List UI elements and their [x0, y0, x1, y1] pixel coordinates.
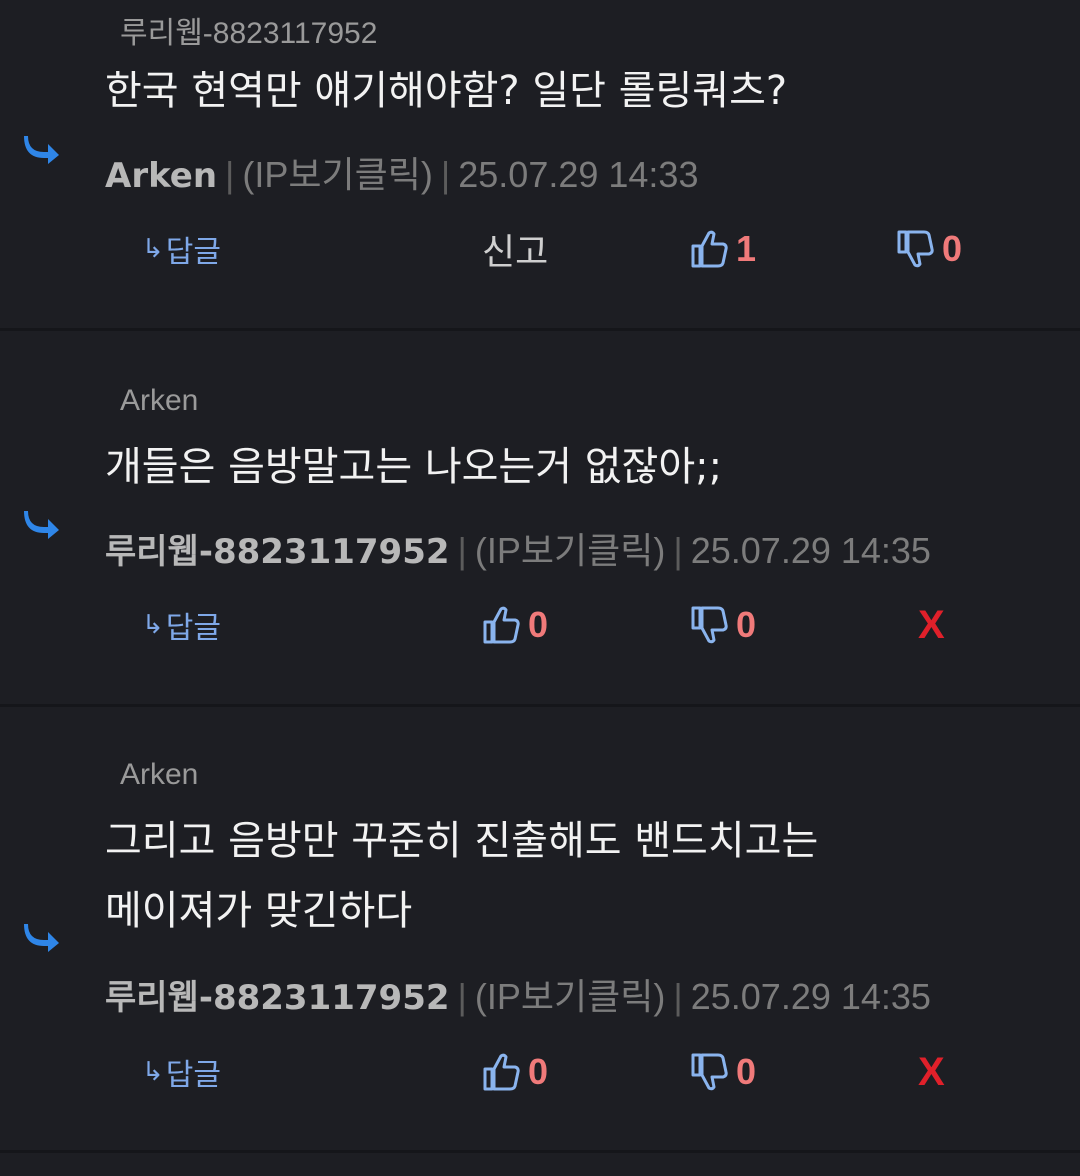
dislike-button[interactable]: 0: [896, 224, 962, 274]
comment-text: 개들은 음방말고는 나오는거 없잖아;;: [105, 432, 1035, 502]
thumbs-up-icon: [483, 1053, 520, 1091]
meta-separator: |: [225, 154, 235, 195]
comment-divider: [0, 704, 1080, 707]
comment-meta: Arken | (IP보기클릭) | 25.07.29 14:33: [105, 146, 698, 198]
ip-link[interactable]: (IP보기클릭): [475, 530, 665, 571]
comment-meta: 루리웹-8823117952 | (IP보기클릭) | 25.07.29 14:35: [105, 522, 931, 574]
meta-separator: |: [440, 154, 451, 195]
comment-text: 한국 현역만 얘기해야함? 일단 롤링쿼츠?: [105, 56, 1035, 126]
reply-to-user[interactable]: Arken: [120, 384, 198, 418]
like-count: 1: [736, 228, 757, 269]
delete-button[interactable]: X: [918, 600, 945, 650]
ip-link[interactable]: (IP보기클릭): [475, 976, 665, 1017]
dislike-count: 0: [736, 604, 757, 645]
reply-to-user[interactable]: Arken: [120, 758, 198, 792]
timestamp: 25.07.29 14:35: [690, 976, 931, 1017]
meta-separator: |: [673, 530, 683, 571]
reply-button[interactable]: ↳ 답글: [142, 224, 221, 274]
author-name[interactable]: Arken: [105, 156, 217, 196]
thumbs-up-icon: [691, 230, 728, 268]
comment-text-line: 개들은 음방말고는 나오는거 없잖아;;: [105, 444, 723, 490]
reply-button[interactable]: ↳ 답글: [142, 1047, 221, 1097]
reply-arrow-icon: [24, 511, 59, 539]
like-button[interactable]: 1: [690, 224, 756, 274]
like-count: 0: [528, 1051, 549, 1092]
comment-divider: [0, 328, 1080, 331]
reply-small-arrow-icon: ↳: [142, 1057, 164, 1087]
reply-button[interactable]: ↳ 답글: [142, 600, 221, 650]
dislike-button[interactable]: 0: [690, 600, 756, 650]
comment-text-line: 메이져가 맞긴하다: [105, 888, 413, 934]
report-button[interactable]: 신고: [482, 224, 548, 274]
meta-separator: |: [673, 976, 683, 1017]
ip-link[interactable]: (IP보기클릭): [242, 154, 432, 195]
meta-separator: |: [457, 530, 467, 571]
comment-text-line: 그리고 음방만 꾸준히 진출해도 밴드치고는: [105, 818, 819, 864]
dislike-count: 0: [736, 1051, 757, 1092]
dislike-count: 0: [942, 228, 963, 269]
thumbs-down-icon: [691, 1053, 728, 1091]
like-count: 0: [528, 604, 549, 645]
comment-text-line: 한국 현역만 얘기해야함? 일단 롤링쿼츠?: [105, 68, 788, 114]
comment-actions: ↳ 답글 0 0 X: [0, 1047, 1080, 1097]
thumbs-down-icon: [897, 230, 934, 268]
reply-small-arrow-icon: ↳: [142, 610, 164, 640]
comment-divider: [0, 1150, 1080, 1153]
timestamp: 25.07.29 14:35: [690, 530, 931, 571]
reply-arrow-icon: [24, 136, 59, 164]
like-button[interactable]: 0: [482, 1047, 548, 1097]
reply-arrow-icon: [24, 924, 59, 952]
reply-small-arrow-icon: ↳: [142, 234, 164, 264]
reply-to-user[interactable]: 루리웹-8823117952: [120, 8, 377, 52]
author-name[interactable]: 루리웹-8823117952: [105, 532, 450, 572]
dislike-button[interactable]: 0: [690, 1047, 756, 1097]
thumbs-down-icon: [691, 606, 728, 644]
timestamp: 25.07.29 14:33: [458, 154, 699, 195]
thumbs-up-icon: [483, 606, 520, 644]
comment-text: 그리고 음방만 꾸준히 진출해도 밴드치고는 메이져가 맞긴하다: [105, 806, 1035, 946]
like-button[interactable]: 0: [482, 600, 548, 650]
comment-actions: ↳ 답글 0 0 X: [0, 600, 1080, 650]
meta-separator: |: [457, 976, 467, 1017]
comment-meta: 루리웹-8823117952 | (IP보기클릭) | 25.07.29 14:35: [105, 968, 931, 1020]
comment-actions: ↳ 답글 신고 1 0: [0, 224, 1080, 274]
delete-button[interactable]: X: [918, 1047, 945, 1097]
author-name[interactable]: 루리웹-8823117952: [105, 978, 450, 1018]
